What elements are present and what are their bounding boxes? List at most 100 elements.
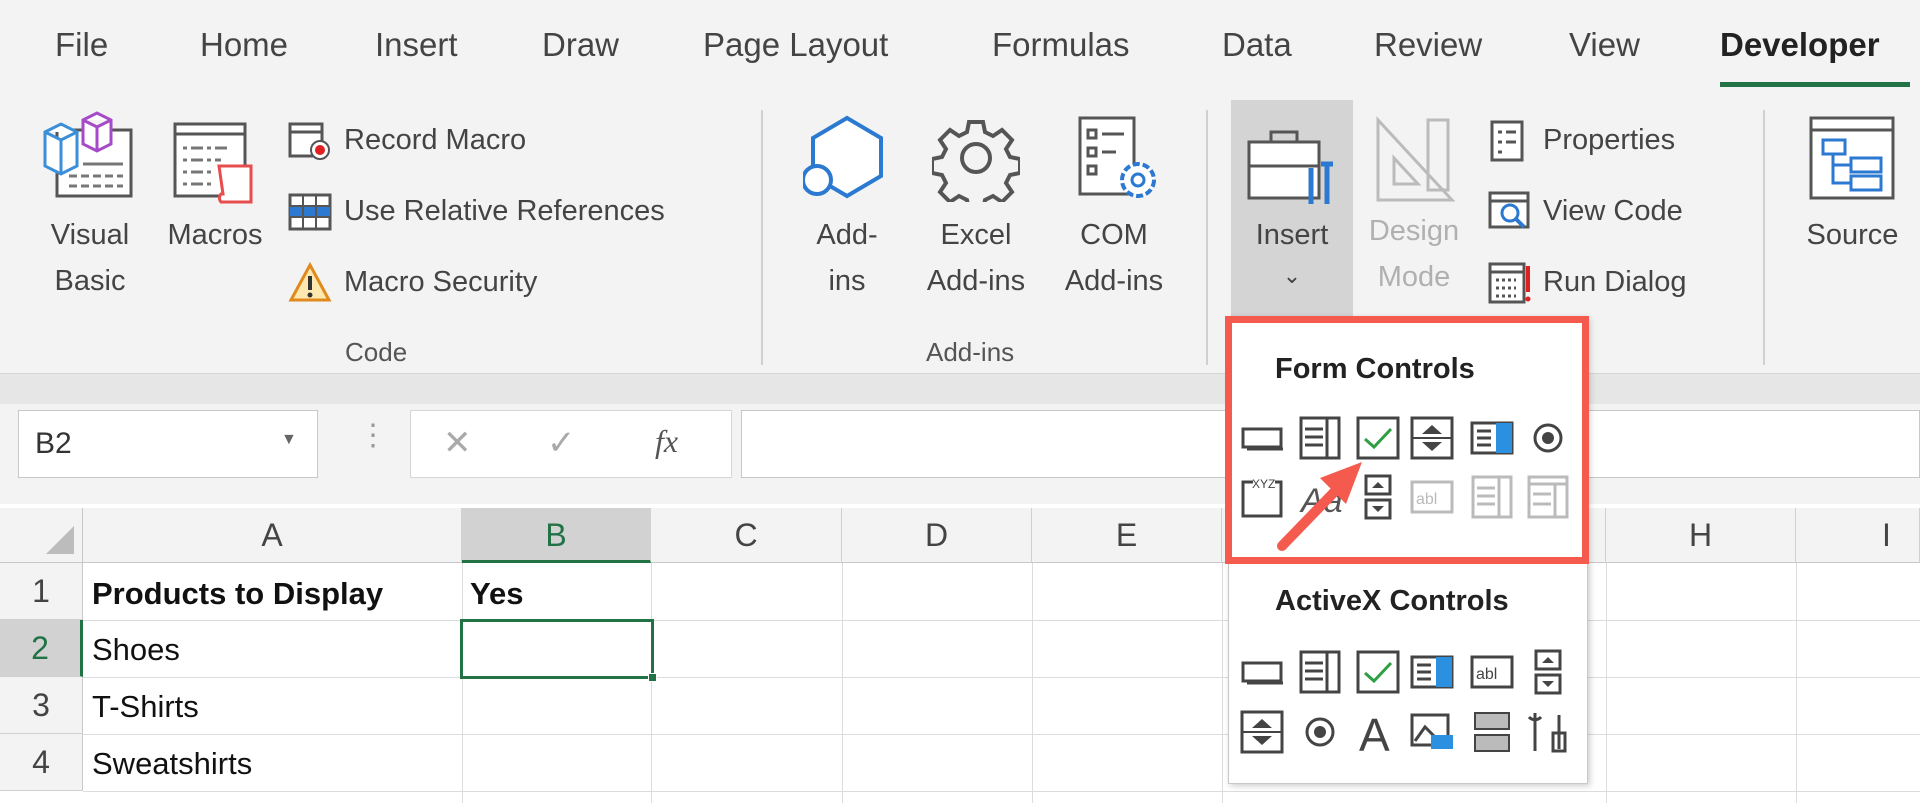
active-cell-b2[interactable] bbox=[460, 619, 657, 682]
activex-list-box-icon[interactable] bbox=[1409, 649, 1455, 695]
annotation-arrow-icon bbox=[1277, 462, 1362, 551]
view-code-icon bbox=[1488, 191, 1530, 229]
record-macro-icon bbox=[288, 122, 330, 160]
gridline bbox=[1222, 563, 1223, 803]
group-separator bbox=[761, 110, 763, 365]
use-relative-references-label: Use Relative References bbox=[344, 195, 665, 227]
gridline bbox=[83, 677, 1920, 678]
properties-button[interactable]: Properties bbox=[1484, 120, 1754, 162]
properties-label: Properties bbox=[1543, 124, 1676, 156]
column-header-i[interactable]: I bbox=[1796, 508, 1920, 563]
com-add-ins-button[interactable]: COM Add-ins bbox=[1048, 104, 1180, 344]
tab-file[interactable]: File bbox=[55, 26, 108, 64]
name-box[interactable]: B2 ▼ bbox=[18, 410, 318, 478]
gridline bbox=[842, 563, 843, 803]
row-header-3[interactable]: 3 bbox=[0, 677, 83, 734]
tab-formulas[interactable]: Formulas bbox=[992, 26, 1130, 64]
insert-function-icon[interactable]: fx bbox=[655, 423, 678, 460]
macros-icon bbox=[173, 122, 253, 204]
ribbon-tabs: File Home Insert Draw Page Layout Formul… bbox=[0, 0, 1920, 98]
tab-review[interactable]: Review bbox=[1374, 26, 1482, 64]
source-button[interactable]: Source bbox=[1785, 104, 1920, 304]
run-dialog-button[interactable]: Run Dialog bbox=[1484, 262, 1754, 304]
macros-label: Macros bbox=[167, 219, 263, 251]
active-tab-indicator bbox=[1720, 82, 1910, 87]
tab-data[interactable]: Data bbox=[1222, 26, 1292, 64]
enter-icon[interactable]: ✓ bbox=[547, 423, 576, 463]
macro-security-label: Macro Security bbox=[344, 266, 538, 298]
column-header-e[interactable]: E bbox=[1032, 508, 1222, 563]
cell-b1[interactable]: Yes bbox=[470, 565, 523, 622]
activex-text-box-icon[interactable]: abl bbox=[1469, 649, 1515, 695]
fill-handle[interactable] bbox=[648, 673, 657, 682]
activex-scroll-bar-icon[interactable] bbox=[1525, 649, 1571, 695]
activex-controls-heading: ActiveX Controls bbox=[1275, 585, 1509, 617]
toolbox-icon bbox=[1247, 130, 1333, 204]
gear-icon bbox=[932, 120, 1020, 202]
column-header-a[interactable]: A bbox=[83, 508, 462, 563]
tab-draw[interactable]: Draw bbox=[542, 26, 619, 64]
column-header-c[interactable]: C bbox=[651, 508, 842, 563]
svg-text:A: A bbox=[1359, 709, 1390, 755]
tab-home[interactable]: Home bbox=[200, 26, 288, 64]
select-all-button[interactable] bbox=[0, 508, 83, 563]
cell-a4[interactable]: Sweatshirts bbox=[92, 735, 252, 792]
name-box-value: B2 bbox=[35, 427, 72, 460]
activex-spin-button-icon[interactable] bbox=[1239, 709, 1285, 755]
cell-a1[interactable]: Products to Display bbox=[92, 565, 383, 622]
tab-page-layout[interactable]: Page Layout bbox=[703, 26, 888, 64]
gridline bbox=[1796, 563, 1797, 803]
add-ins-button[interactable]: Add- ins bbox=[795, 104, 899, 344]
insert-controls-button[interactable]: Insert ⌄ bbox=[1231, 100, 1353, 316]
gridline bbox=[1606, 563, 1607, 803]
gridline bbox=[83, 734, 1920, 735]
activex-toggle-button-icon[interactable] bbox=[1469, 709, 1515, 755]
properties-icon bbox=[1490, 120, 1524, 162]
view-code-button[interactable]: View Code bbox=[1484, 191, 1754, 233]
com-add-ins-icon bbox=[1078, 116, 1156, 198]
com-add-ins-label-2: Add-ins bbox=[1064, 265, 1164, 297]
name-box-dropdown-icon[interactable]: ▼ bbox=[281, 431, 297, 449]
activex-more-controls-icon[interactable] bbox=[1525, 709, 1571, 755]
macro-security-button[interactable]: Macro Security bbox=[284, 262, 604, 304]
row-header-4[interactable]: 4 bbox=[0, 734, 83, 791]
cancel-icon[interactable]: ✕ bbox=[443, 423, 472, 463]
column-header-b[interactable]: B bbox=[462, 508, 651, 563]
xml-source-icon bbox=[1809, 116, 1895, 200]
activex-command-button-icon[interactable] bbox=[1239, 649, 1285, 695]
row-header-1[interactable]: 1 bbox=[0, 563, 83, 620]
gridline bbox=[651, 563, 652, 803]
add-ins-label-2: ins bbox=[828, 265, 866, 297]
gridline bbox=[462, 563, 463, 803]
excel-add-ins-button[interactable]: Excel Add-ins bbox=[910, 104, 1042, 344]
design-mode-button[interactable]: Design Mode bbox=[1358, 104, 1470, 324]
tab-view[interactable]: View bbox=[1569, 26, 1640, 64]
drag-handle-icon[interactable]: ⋮ bbox=[358, 418, 388, 453]
tab-developer[interactable]: Developer bbox=[1720, 26, 1880, 64]
record-macro-button[interactable]: Record Macro bbox=[284, 120, 574, 162]
gridline bbox=[1032, 563, 1033, 803]
tab-insert[interactable]: Insert bbox=[375, 26, 458, 64]
column-header-d[interactable]: D bbox=[842, 508, 1032, 563]
column-header-h[interactable]: H bbox=[1606, 508, 1796, 563]
chevron-down-icon: ⌄ bbox=[1282, 263, 1302, 288]
macros-button[interactable]: Macros bbox=[155, 104, 275, 304]
design-mode-label-2: Mode bbox=[1377, 261, 1451, 293]
use-relative-references-button[interactable]: Use Relative References bbox=[284, 191, 724, 233]
group-separator bbox=[1206, 110, 1208, 365]
activex-label-icon[interactable]: A bbox=[1355, 709, 1401, 761]
visual-basic-label-2: Basic bbox=[54, 265, 126, 297]
activex-image-icon[interactable] bbox=[1409, 709, 1455, 755]
cell-a3[interactable]: T-Shirts bbox=[92, 678, 199, 735]
cell-a2[interactable]: Shoes bbox=[92, 621, 180, 678]
activex-check-box-icon[interactable] bbox=[1355, 649, 1401, 695]
visual-basic-button[interactable]: Visual Basic bbox=[35, 104, 145, 344]
select-all-icon bbox=[46, 526, 74, 554]
row-header-2[interactable]: 2 bbox=[0, 620, 83, 677]
activex-combo-box-icon[interactable] bbox=[1297, 649, 1343, 695]
ribbon-divider bbox=[0, 374, 1920, 404]
run-dialog-icon bbox=[1488, 262, 1531, 304]
activex-option-button-icon[interactable] bbox=[1297, 709, 1343, 755]
add-ins-label-1: Add- bbox=[816, 219, 878, 251]
warning-icon bbox=[288, 262, 332, 302]
